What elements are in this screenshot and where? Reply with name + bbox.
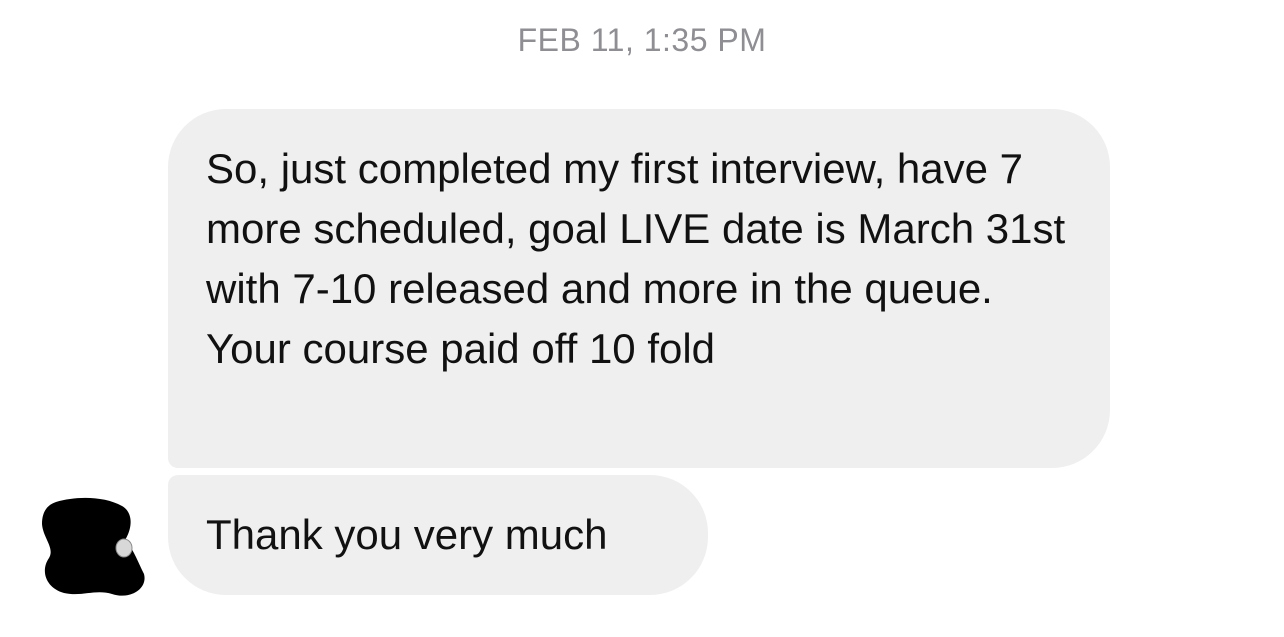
message-timestamp: FEB 11, 1:35 PM bbox=[517, 22, 767, 58]
message-bubble-1[interactable]: So, just completed my first interview, h… bbox=[168, 109, 1110, 468]
message-bubble-2[interactable]: Thank you very much bbox=[168, 475, 708, 595]
redacted-avatar-icon[interactable] bbox=[40, 496, 146, 600]
